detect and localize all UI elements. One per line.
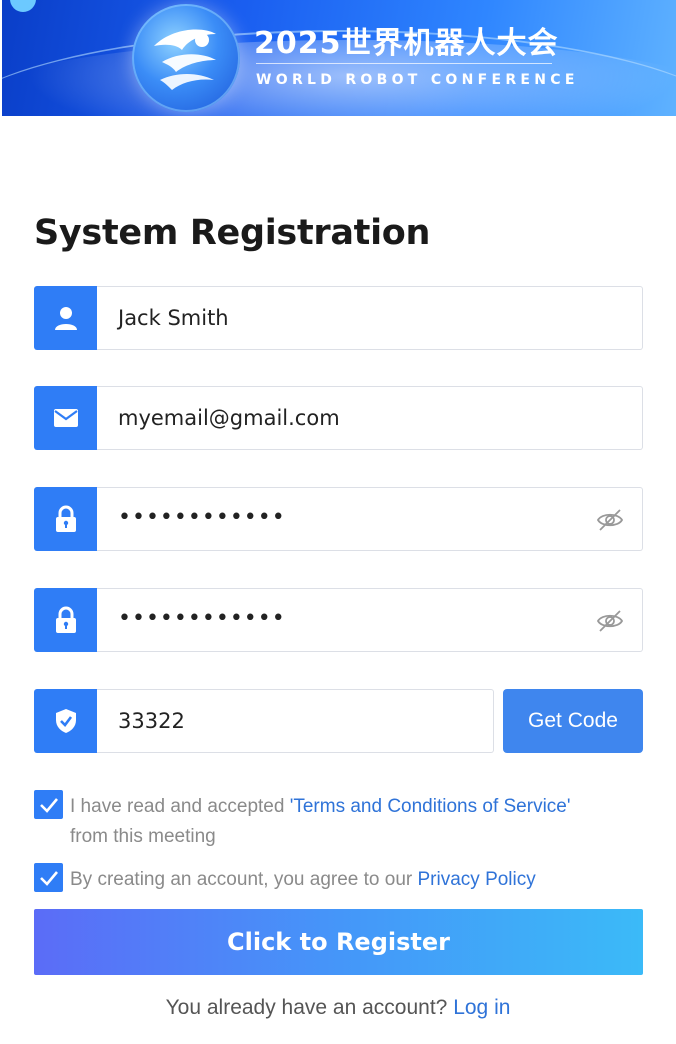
confirm-password-field: •••••••••••• [34,588,643,652]
conference-banner: 2025世界机器人大会 WORLD ROBOT CONFERENCE [2,0,676,116]
terms-label-after: from this meeting [70,826,216,847]
login-link[interactable]: Log in [453,996,510,1019]
privacy-label: By creating an account, you agree to our [70,869,418,890]
checkmark-icon [39,870,58,886]
password-input[interactable]: •••••••••••• [97,487,643,551]
name-field: Jack Smith [34,286,643,350]
user-icon [34,286,97,350]
name-value: Jack Smith [118,306,229,330]
terms-label: I have read and accepted [70,796,290,817]
eye-off-icon[interactable] [596,607,624,635]
registration-page: 2025世界机器人大会 WORLD ROBOT CONFERENCE Syste… [0,0,676,1044]
email-value: myemail@gmail.com [118,406,340,430]
privacy-policy-link[interactable]: Privacy Policy [418,869,536,890]
privacy-text: By creating an account, you agree to our… [70,865,536,895]
terms-link[interactable]: 'Terms and Conditions of Service' [290,796,571,817]
name-input[interactable]: Jack Smith [97,286,643,350]
terms-checkbox[interactable] [34,790,63,819]
verification-code-input[interactable]: 33322 [97,689,494,753]
eye-off-icon[interactable] [596,506,624,534]
email-field: myemail@gmail.com [34,386,643,450]
get-code-button[interactable]: Get Code [503,689,643,753]
banner-dot [10,0,36,12]
shield-check-icon [34,689,97,753]
register-button[interactable]: Click to Register [34,909,643,975]
checkmark-icon [39,797,58,813]
banner-divider [256,63,552,64]
banner-title-en: WORLD ROBOT CONFERENCE [256,72,579,88]
banner-title-cn: 2025世界机器人大会 [254,26,559,61]
confirm-password-value: •••••••••••• [118,606,286,631]
robot-conference-logo-icon [132,4,240,112]
terms-row: I have read and accepted 'Terms and Cond… [34,790,643,850]
lock-icon [34,487,97,551]
email-input[interactable]: myemail@gmail.com [97,386,643,450]
password-value: •••••••••••• [118,505,286,530]
verification-code-field: 33322 Get Code [34,689,643,753]
envelope-icon [34,386,97,450]
login-prompt: You already have an account? Log in [0,996,676,1020]
lock-icon [34,588,97,652]
privacy-row: By creating an account, you agree to our… [34,863,643,893]
page-title: System Registration [34,213,431,253]
verification-code-value: 33322 [118,709,185,733]
password-field: •••••••••••• [34,487,643,551]
privacy-checkbox[interactable] [34,863,63,892]
terms-text: I have read and accepted 'Terms and Cond… [70,792,571,852]
login-prompt-text: You already have an account? [165,996,454,1019]
confirm-password-input[interactable]: •••••••••••• [97,588,643,652]
